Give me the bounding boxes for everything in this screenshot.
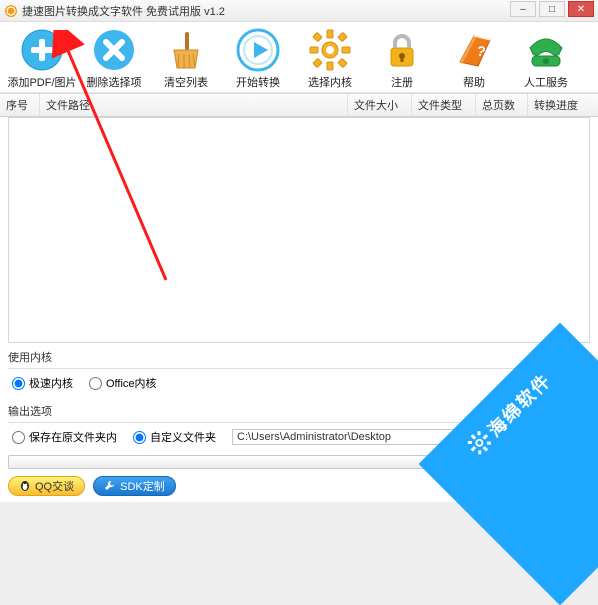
sdk-custom-button[interactable]: SDK定制 xyxy=(93,476,176,496)
toolbar-label: 清空列表 xyxy=(164,74,208,90)
output-path-input[interactable] xyxy=(232,429,462,445)
toolbar-label: 添加PDF/图片 xyxy=(7,74,76,90)
manual-service-button[interactable]: 人工服务 xyxy=(512,28,580,90)
minimize-button[interactable]: – xyxy=(510,1,536,17)
col-type: 文件类型 xyxy=(412,94,476,116)
kernel-office-input[interactable] xyxy=(89,377,102,390)
titlebar: 捷速图片转换成文字软件 免费试用版 v1.2 – □ ✕ xyxy=(0,0,598,22)
col-path: 文件路径 xyxy=(40,94,348,116)
toolbar-label: 注册 xyxy=(391,74,413,90)
broom-icon xyxy=(164,28,208,72)
toolbar-label: 开始转换 xyxy=(236,74,280,90)
main-toolbar: 添加PDF/图片 删除选择项 清空列表 开始转换 选择内核 xyxy=(0,22,598,93)
app-icon xyxy=(4,4,18,18)
add-pdf-button[interactable]: 添加PDF/图片 xyxy=(8,28,76,90)
qq-chat-label: QQ交谈 xyxy=(35,478,74,494)
col-index: 序号 xyxy=(0,94,40,116)
toolbar-label: 帮助 xyxy=(463,74,485,90)
remove-selected-button[interactable]: 删除选择项 xyxy=(80,28,148,90)
toolbar-label: 选择内核 xyxy=(308,74,352,90)
help-button[interactable]: ? 帮助 xyxy=(440,28,508,90)
book-icon: ? xyxy=(452,28,496,72)
kernel-office-radio[interactable]: Office内核 xyxy=(89,375,157,391)
output-custom-label: 自定义文件夹 xyxy=(150,429,216,445)
kernel-fast-radio[interactable]: 极速内核 xyxy=(12,375,73,391)
sdk-custom-label: SDK定制 xyxy=(120,478,165,494)
output-same-folder-radio[interactable]: 保存在原文件夹内 xyxy=(12,429,117,445)
output-custom-folder-radio[interactable]: 自定义文件夹 xyxy=(133,429,216,445)
select-kernel-button[interactable]: 选择内核 xyxy=(296,28,364,90)
plus-icon xyxy=(20,28,64,72)
toolbar-label: 删除选择项 xyxy=(87,74,142,90)
start-convert-button[interactable]: 开始转换 xyxy=(224,28,292,90)
gear-icon xyxy=(308,28,352,72)
output-same-label: 保存在原文件夹内 xyxy=(29,429,117,445)
qq-chat-button[interactable]: QQ交谈 xyxy=(8,476,85,496)
output-custom-input[interactable] xyxy=(133,431,146,444)
lock-icon xyxy=(380,28,424,72)
play-icon xyxy=(236,28,280,72)
kernel-fast-input[interactable] xyxy=(12,377,25,390)
close-button[interactable]: ✕ xyxy=(568,1,594,17)
register-button[interactable]: 注册 xyxy=(368,28,436,90)
output-same-input[interactable] xyxy=(12,431,25,444)
maximize-button[interactable]: □ xyxy=(539,1,565,17)
phone-icon xyxy=(524,28,568,72)
kernel-group-title: 使用内核 xyxy=(8,349,590,365)
window-title: 捷速图片转换成文字软件 免费试用版 v1.2 xyxy=(22,3,594,19)
file-table-header: 序号 文件路径 文件大小 文件类型 总页数 转换进度 xyxy=(0,93,598,117)
kernel-office-label: Office内核 xyxy=(106,375,157,391)
kernel-fast-label: 极速内核 xyxy=(29,375,73,391)
col-pages: 总页数 xyxy=(476,94,528,116)
x-icon xyxy=(92,28,136,72)
col-size: 文件大小 xyxy=(348,94,412,116)
penguin-icon xyxy=(19,480,31,492)
toolbar-label: 人工服务 xyxy=(524,74,568,90)
col-progress: 转换进度 xyxy=(528,94,598,116)
file-table-body[interactable] xyxy=(8,117,590,343)
wrench-icon xyxy=(104,480,116,492)
clear-list-button[interactable]: 清空列表 xyxy=(152,28,220,90)
